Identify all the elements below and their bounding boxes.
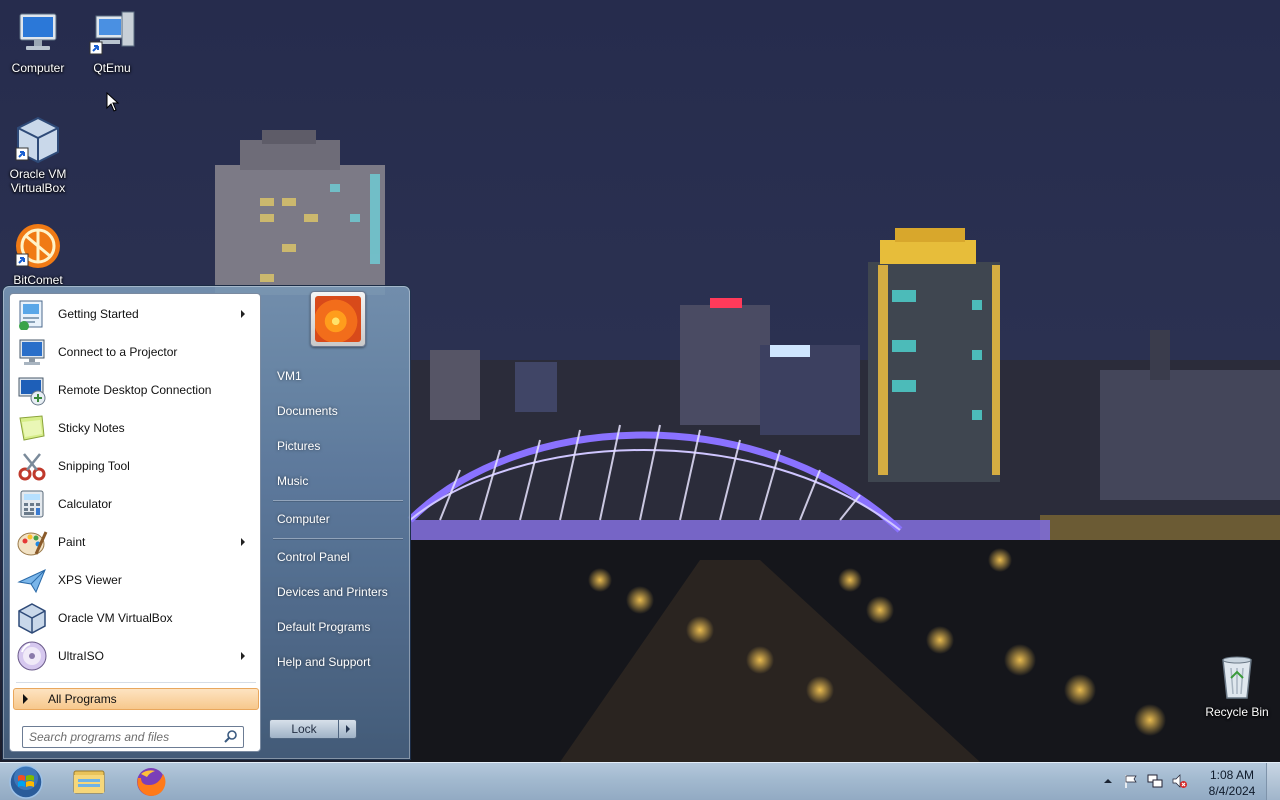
- desktop-icon-recycle-bin[interactable]: Recycle Bin: [1199, 654, 1275, 719]
- taskbar-firefox[interactable]: [129, 765, 173, 799]
- bitcomet-icon: [14, 222, 62, 270]
- system-clock[interactable]: 1:08 AM 8/4/2024: [1202, 767, 1262, 799]
- lock-button-label: Lock: [291, 722, 317, 736]
- program-snipping-tool[interactable]: Snipping Tool: [13, 448, 257, 484]
- recycle-bin-icon: [1213, 654, 1261, 702]
- program-connect-to-projector[interactable]: Connect to a Projector: [13, 334, 257, 370]
- desktop-icon-label: Computer: [11, 61, 65, 75]
- taskbar: 1:08 AM 8/4/2024: [0, 762, 1280, 800]
- program-label: XPS Viewer: [58, 573, 122, 587]
- desktop-icon-qtemu[interactable]: QtEmu: [74, 10, 150, 75]
- place-documents[interactable]: Documents: [277, 404, 338, 418]
- program-label: UltraISO: [58, 649, 105, 663]
- start-menu: Getting Started Connect to a Projector R…: [2, 285, 411, 760]
- places-divider: [273, 538, 403, 539]
- start-button[interactable]: [6, 764, 46, 800]
- qtemu-icon: [88, 10, 136, 58]
- sticky-notes-icon: [16, 412, 48, 444]
- search-icon[interactable]: [223, 729, 239, 745]
- place-pictures[interactable]: Pictures: [277, 439, 320, 453]
- volume-muted-icon[interactable]: [1171, 773, 1187, 789]
- desktop-icon-computer[interactable]: Computer: [0, 10, 76, 75]
- show-hidden-icons[interactable]: [1100, 773, 1116, 789]
- start-menu-places-pane: VM1 Documents Pictures Music Computer Co…: [265, 286, 410, 761]
- xps-viewer-icon: [16, 564, 48, 596]
- submenu-arrow-icon[interactable]: [241, 538, 245, 546]
- desktop-icon-virtualbox[interactable]: Oracle VM VirtualBox: [0, 116, 76, 195]
- program-calculator[interactable]: Calculator: [13, 486, 257, 522]
- remote-desktop-icon: [16, 374, 48, 406]
- places-divider: [273, 500, 403, 501]
- desktop-icon-label: Oracle VM VirtualBox: [9, 167, 67, 195]
- place-help-and-support[interactable]: Help and Support: [277, 655, 370, 669]
- start-menu-programs-pane: Getting Started Connect to a Projector R…: [9, 293, 261, 752]
- clock-time: 1:08 AM: [1209, 768, 1255, 782]
- projector-icon: [16, 336, 48, 368]
- program-label: Snipping Tool: [58, 459, 130, 473]
- building-right-tower: [868, 228, 1000, 482]
- place-default-programs[interactable]: Default Programs: [277, 620, 370, 634]
- program-label: Getting Started: [58, 307, 139, 321]
- show-desktop-button[interactable]: [1266, 763, 1280, 800]
- search-input[interactable]: [29, 728, 223, 746]
- ultraiso-icon: [16, 640, 48, 672]
- network-icon[interactable]: [1147, 773, 1163, 789]
- snipping-tool-icon: [16, 450, 48, 482]
- place-music[interactable]: Music: [277, 474, 308, 488]
- chevron-right-icon: [23, 694, 28, 704]
- calculator-icon: [16, 488, 48, 520]
- user-avatar[interactable]: [310, 291, 366, 347]
- program-label: Remote Desktop Connection: [58, 383, 212, 397]
- place-control-panel[interactable]: Control Panel: [277, 550, 350, 564]
- program-sticky-notes[interactable]: Sticky Notes: [13, 410, 257, 446]
- computer-icon: [14, 10, 62, 58]
- desktop-icon-label: QtEmu: [93, 61, 131, 75]
- program-label: Paint: [58, 535, 86, 549]
- desktop-icon-label: Recycle Bin: [1205, 705, 1269, 719]
- program-label: Calculator: [58, 497, 113, 511]
- place-user-folder[interactable]: VM1: [277, 369, 302, 383]
- program-paint[interactable]: Paint: [13, 524, 257, 560]
- mouse-cursor-icon: [106, 91, 120, 112]
- firefox-icon: [137, 768, 166, 796]
- getting-started-icon: [16, 298, 48, 331]
- start-orb-icon: [9, 765, 43, 799]
- lock-options-button[interactable]: [338, 719, 357, 739]
- program-remote-desktop-connection[interactable]: Remote Desktop Connection: [13, 372, 257, 408]
- virtualbox-icon: [16, 602, 48, 634]
- all-programs-label: All Programs: [48, 692, 117, 706]
- program-xps-viewer[interactable]: XPS Viewer: [13, 562, 257, 598]
- program-label: Connect to a Projector: [58, 345, 178, 359]
- action-center-flag-icon[interactable]: [1123, 773, 1139, 789]
- program-getting-started[interactable]: Getting Started: [13, 296, 257, 332]
- programs-divider: [16, 682, 256, 683]
- place-computer[interactable]: Computer: [277, 512, 330, 526]
- virtualbox-icon: [14, 116, 62, 164]
- desktop-icon-bitcomet[interactable]: BitComet: [0, 222, 76, 287]
- place-devices-and-printers[interactable]: Devices and Printers: [277, 585, 388, 599]
- submenu-arrow-icon[interactable]: [241, 310, 245, 318]
- paint-icon: [16, 526, 48, 558]
- program-oracle-vm-virtualbox[interactable]: Oracle VM VirtualBox: [13, 600, 257, 636]
- program-label: Sticky Notes: [58, 421, 125, 435]
- taskbar-windows-explorer[interactable]: [67, 765, 111, 799]
- program-ultraiso[interactable]: UltraISO: [13, 638, 257, 674]
- windows-explorer-icon: [73, 770, 105, 794]
- submenu-arrow-icon[interactable]: [241, 652, 245, 660]
- search-box[interactable]: [22, 726, 244, 748]
- clock-date: 8/4/2024: [1208, 784, 1256, 798]
- program-label: Oracle VM VirtualBox: [58, 611, 173, 625]
- lock-button[interactable]: Lock: [269, 719, 339, 739]
- all-programs-button[interactable]: All Programs: [13, 688, 259, 710]
- chevron-right-icon: [345, 725, 350, 733]
